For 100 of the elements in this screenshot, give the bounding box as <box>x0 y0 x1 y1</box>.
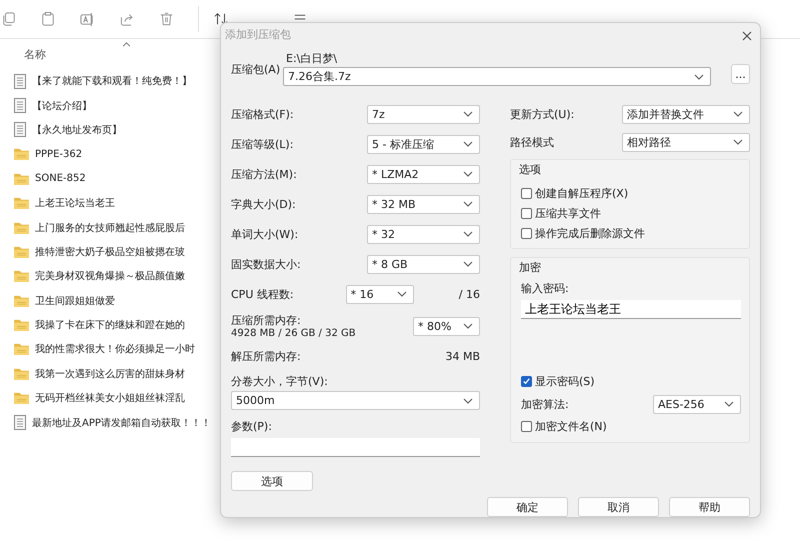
file-name[interactable]: 【论坛介绍】 <box>32 98 92 113</box>
field-label: 更新方式(U): <box>510 106 574 122</box>
file-name[interactable]: 最新地址及APP请发邮箱自动获取！！！ <box>32 416 211 430</box>
field-label: CPU 线程数: <box>231 286 294 302</box>
folder-icon <box>14 222 29 234</box>
field-label: 参数(P): <box>231 419 273 435</box>
dropdown[interactable]: 相对路径 <box>622 132 750 152</box>
file-name[interactable]: 我第一次遇到这么厉害的甜妹身材 <box>35 366 185 381</box>
checkbox[interactable] <box>521 208 532 219</box>
dropdown[interactable]: * 80% <box>413 316 480 336</box>
file-name[interactable]: 推特泄密大奶子极品空姐被摁在玻 <box>35 244 185 259</box>
dropdown[interactable]: 添加并替换文件 <box>622 104 750 124</box>
chevron-down-icon <box>463 231 473 237</box>
field-label: 分卷大小，字节(V): <box>231 374 329 390</box>
group-title: 选项 <box>519 162 542 177</box>
file-name[interactable]: 我的性需求很大！你必须操足一小时 <box>35 342 195 356</box>
field-label: 字典大小(D): <box>231 196 296 212</box>
field-label: 固实数据大小: <box>231 256 301 272</box>
folder-icon <box>14 246 29 258</box>
dropdown[interactable]: 5000m <box>231 391 480 410</box>
file-name[interactable]: SONE-852 <box>35 173 86 184</box>
dropdown[interactable]: * 32 <box>367 224 480 244</box>
delete-icon[interactable] <box>160 12 173 26</box>
file-name[interactable]: 我操了卡在床下的继妹和蹬在她的 <box>35 318 185 332</box>
options-button[interactable]: 选项 <box>231 471 313 491</box>
field-label: 压缩格式(F): <box>231 106 294 122</box>
sort-icon[interactable] <box>214 12 228 26</box>
field-label: 路径模式 <box>510 134 554 150</box>
copy-icon[interactable] <box>2 12 16 26</box>
chevron-down-icon <box>463 111 473 117</box>
checkbox[interactable] <box>521 421 532 432</box>
dropdown[interactable]: 7z <box>367 104 480 124</box>
checkbox-label: 压缩共享文件 <box>535 206 601 221</box>
field-label: 压缩方法(M): <box>231 166 297 182</box>
file-name[interactable]: 无码开档丝袜美女小姐姐丝袜淫乱 <box>35 391 185 406</box>
folder-icon <box>14 392 29 404</box>
group-title: 加密 <box>519 260 542 275</box>
file-name[interactable]: 完美身材双视角爆操～极品颜值嫩 <box>35 269 185 284</box>
file-name[interactable]: 【永久地址发布页】 <box>32 122 122 137</box>
dropdown[interactable]: * 16 <box>346 284 414 304</box>
dropdown[interactable]: AES-256 <box>653 394 741 414</box>
dialog-button[interactable]: 帮助 <box>669 497 750 517</box>
dropdown[interactable]: 7.26合集.7z <box>283 67 711 86</box>
document-icon <box>14 122 26 138</box>
document-icon <box>14 98 26 114</box>
dropdown[interactable]: 5 - 标准压缩 <box>367 134 480 154</box>
file-name[interactable]: 【来了就能下载和观看！纯免费！】 <box>32 74 192 88</box>
field-label: 压缩所需内存: <box>231 313 302 328</box>
paste-icon[interactable] <box>41 11 55 27</box>
field-label: 输入密码: <box>521 281 570 296</box>
chevron-down-icon <box>694 74 704 80</box>
dialog-button[interactable]: 取消 <box>578 497 659 517</box>
folder-icon <box>14 197 29 210</box>
file-name[interactable]: 上老王论坛当老王 <box>35 196 115 210</box>
thread-max: / 16 <box>458 288 480 300</box>
archive-path: E:\白日梦\ <box>286 51 338 66</box>
window-title: 添加到压缩包 <box>225 26 291 42</box>
dialog-button[interactable]: 确定 <box>487 497 568 517</box>
rename-icon[interactable] <box>80 12 95 26</box>
field-label: 解压所需内存: <box>231 348 301 364</box>
chevron-down-icon <box>733 139 743 145</box>
chevron-down-icon <box>463 141 473 147</box>
chevron-down-icon <box>463 201 473 207</box>
close-icon[interactable] <box>742 31 752 41</box>
browse-button[interactable]: ... <box>731 64 750 84</box>
share-icon[interactable] <box>120 12 135 26</box>
dropdown[interactable]: * LZMA2 <box>367 164 480 184</box>
checkbox-label: 显示密码(S) <box>535 374 595 389</box>
column-header[interactable]: 名称 <box>24 46 46 62</box>
file-name[interactable]: PPPE-362 <box>35 148 82 160</box>
folder-icon <box>14 319 29 332</box>
chevron-down-icon <box>396 291 407 297</box>
document-icon <box>14 415 26 430</box>
checkbox[interactable] <box>521 376 532 387</box>
document-icon <box>14 74 26 89</box>
folder-icon <box>14 294 29 307</box>
checkbox[interactable] <box>521 188 532 199</box>
checkbox[interactable] <box>521 228 532 240</box>
field-label: 加密算法: <box>521 396 569 412</box>
memory-usage: 4928 MB / 26 GB / 32 GB <box>231 328 356 339</box>
chevron-down-icon <box>724 401 734 407</box>
checkbox-label: 操作完成后删除源文件 <box>535 226 645 242</box>
file-name[interactable]: 上门服务的女技师翘起性感屁股后 <box>35 220 185 235</box>
chevron-down-icon <box>463 398 473 404</box>
field-label: 压缩等级(L): <box>231 136 294 152</box>
parameters-field[interactable] <box>231 438 480 457</box>
dropdown[interactable]: * 8 GB <box>367 254 480 274</box>
chevron-down-icon <box>463 171 473 177</box>
file-name[interactable]: 卫生间跟姐姐做爱 <box>35 294 115 308</box>
checkbox-label: 创建自解压程序(X) <box>535 186 628 201</box>
chevron-down-icon <box>733 111 743 117</box>
field-label: 单词大小(W): <box>231 226 298 242</box>
folder-icon <box>14 270 29 282</box>
memory-value: 34 MB <box>445 350 480 362</box>
dropdown[interactable]: * 32 MB <box>367 194 480 214</box>
password-field[interactable]: 上老王论坛当老王 <box>521 300 741 319</box>
folder-icon <box>14 343 29 356</box>
folder-icon <box>14 148 29 160</box>
caret-up-icon <box>122 42 131 47</box>
folder-icon <box>14 172 29 185</box>
